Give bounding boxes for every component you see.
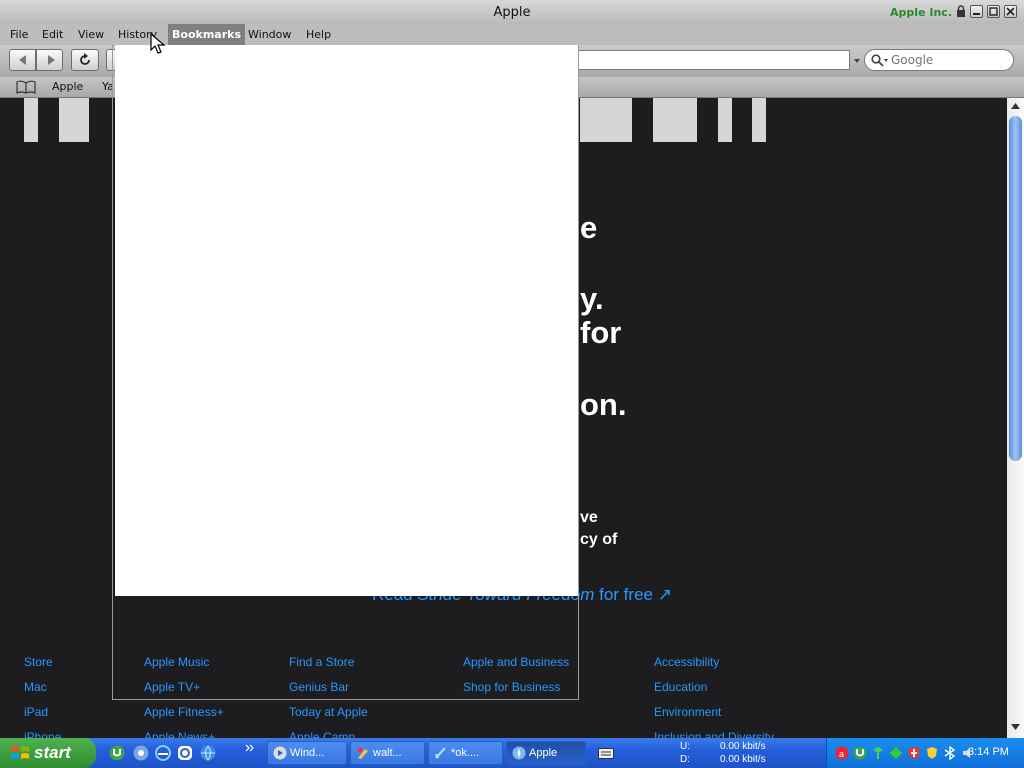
hero-fragment: for [580, 315, 622, 350]
forward-button[interactable] [36, 49, 63, 71]
maximize-icon [989, 7, 998, 16]
hero-fragment: y. [580, 281, 604, 316]
footer-link-inclusion[interactable]: Inclusion and Diversity [654, 730, 774, 738]
minimize-button[interactable] [970, 5, 983, 18]
back-button[interactable] [9, 49, 36, 71]
minimize-icon [973, 13, 980, 15]
menu-edit[interactable]: Edit [38, 27, 67, 42]
nav-stripe [24, 98, 38, 142]
footer-link-apple-news[interactable]: Apple News+ [144, 730, 215, 738]
security-center-icon[interactable] [907, 746, 921, 760]
svg-text:a: a [839, 749, 844, 759]
task-label: *ok.... [451, 747, 480, 759]
quick-launch-expand-icon[interactable] [245, 744, 255, 752]
taskbar: start Wind... walt... *ok.... Apple U: D… [0, 738, 1024, 768]
nav-stripe [653, 98, 697, 142]
nav-stripe [752, 98, 766, 142]
maximize-button[interactable] [987, 5, 1000, 18]
hero-fragment: cy of [580, 531, 618, 548]
footer-link-today-at-apple[interactable]: Today at Apple [289, 705, 368, 719]
footer-link-mac[interactable]: Mac [24, 680, 47, 694]
search-field[interactable] [864, 49, 1014, 71]
reload-icon [80, 53, 90, 65]
footer-link-ipad[interactable]: iPad [24, 705, 48, 719]
task-label: Apple [529, 747, 558, 759]
internet-explorer-icon[interactable] [155, 745, 171, 761]
safari-icon [512, 746, 526, 760]
nav-stripe [580, 98, 632, 142]
back-arrow-icon [19, 55, 26, 65]
antivirus-icon[interactable]: a [835, 746, 849, 760]
footer-link-accessibility[interactable]: Accessibility [654, 655, 719, 669]
keyboard-icon[interactable] [598, 748, 614, 759]
shield-icon[interactable] [925, 746, 939, 760]
search-input[interactable] [891, 52, 1003, 68]
media-player-icon[interactable] [133, 745, 149, 761]
bluetooth-icon[interactable] [943, 746, 957, 760]
menu-bookmarks[interactable]: Bookmarks [168, 24, 245, 45]
hero-fragment: e [580, 210, 598, 245]
update-icon[interactable] [889, 746, 903, 760]
history-dropdown-icon[interactable] [854, 58, 860, 64]
close-button[interactable] [1004, 5, 1017, 18]
book-icon[interactable] [16, 80, 36, 94]
task-label: Wind... [290, 747, 325, 759]
download-label: D: [680, 754, 690, 765]
scroll-thumb[interactable] [1009, 116, 1022, 461]
menu-window[interactable]: Window [244, 27, 295, 42]
search-icon [871, 54, 888, 67]
paint-icon [357, 747, 368, 759]
media-player-icon [273, 746, 287, 760]
scroll-up-icon[interactable] [1010, 101, 1021, 111]
start-label: start [34, 743, 71, 762]
task-label: walt... [373, 747, 402, 759]
hero-fragment: on. [580, 387, 627, 422]
scroll-down-icon[interactable] [1010, 722, 1021, 732]
nav-stripe [59, 98, 89, 142]
clock[interactable]: 3:14 PM [968, 746, 1009, 758]
upload-rate: 0.00 kbit/s [720, 741, 766, 752]
task-button[interactable]: walt... [350, 741, 425, 765]
editor-icon [435, 747, 446, 759]
upload-label: U: [680, 741, 690, 752]
bookmark-apple[interactable]: Apple [52, 80, 83, 93]
read-link-suffix: for free ↗ [599, 585, 672, 604]
utorrent-icon[interactable] [853, 746, 867, 760]
utorrent-icon[interactable] [109, 745, 125, 761]
network-icon[interactable] [871, 746, 885, 760]
bookmarks-dropdown-panel[interactable] [115, 45, 578, 596]
mouse-cursor-icon [150, 33, 166, 54]
windows-logo-icon [11, 746, 29, 759]
feed-reader-icon[interactable] [177, 745, 193, 761]
address-bar[interactable] [570, 50, 850, 70]
task-button-active[interactable]: Apple [506, 741, 586, 765]
hero-fragment: ve [580, 509, 598, 526]
menu-view[interactable]: View [74, 27, 108, 42]
footer-link-education[interactable]: Education [654, 680, 707, 694]
globe-icon[interactable] [200, 745, 216, 761]
window-titlebar: Apple Apple Inc. [0, 0, 1024, 24]
reload-button[interactable] [71, 49, 99, 71]
window-title: Apple [493, 5, 531, 20]
footer-link-environment[interactable]: Environment [654, 705, 721, 719]
download-rate: 0.00 kbit/s [720, 754, 766, 765]
start-button[interactable]: start [0, 738, 96, 768]
footer-link-store[interactable]: Store [24, 655, 53, 669]
vertical-scrollbar[interactable] [1007, 98, 1024, 738]
footer-link-iphone[interactable]: iPhone [24, 730, 61, 738]
menu-help[interactable]: Help [302, 27, 335, 42]
footer-link-apple-camp[interactable]: Apple Camp [289, 730, 355, 738]
site-identity[interactable]: Apple Inc. [890, 6, 952, 19]
nav-stripe [718, 98, 732, 142]
menu-file[interactable]: File [6, 27, 32, 42]
close-icon [1006, 7, 1015, 16]
task-button[interactable]: *ok.... [428, 741, 503, 765]
forward-arrow-icon [48, 55, 55, 65]
lock-icon [957, 5, 965, 17]
footer-link-apple-fitness[interactable]: Apple Fitness+ [144, 705, 224, 719]
task-button[interactable]: Wind... [267, 741, 347, 765]
